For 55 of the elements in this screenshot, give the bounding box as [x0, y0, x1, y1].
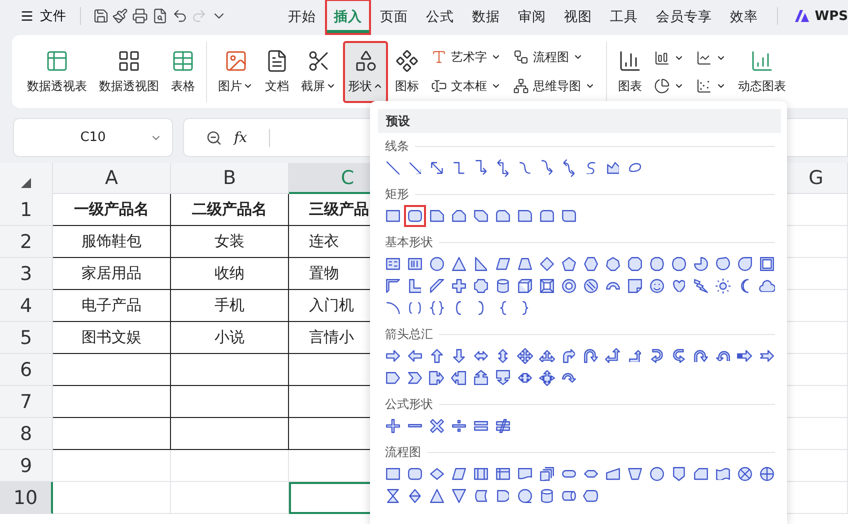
- fx-label: fx: [234, 130, 248, 146]
- column-header[interactable]: A: [53, 163, 171, 194]
- row-header[interactable]: 4: [0, 290, 53, 322]
- table-cell: 服饰鞋包: [53, 226, 171, 258]
- row-header[interactable]: 6: [0, 354, 53, 386]
- table-cell: 小说: [171, 322, 289, 354]
- ribbon-tab[interactable]: 视图: [554, 0, 601, 35]
- file-menu[interactable]: 文件: [16, 5, 70, 27]
- row-header[interactable]: 10: [0, 482, 53, 514]
- section-title: 线条: [385, 138, 409, 155]
- ribbon-button[interactable]: 艺术字: [426, 44, 506, 70]
- section-title: 公式形状: [385, 396, 433, 413]
- ribbon-button[interactable]: 动态图表: [733, 40, 791, 102]
- ribbon-tab[interactable]: 插入: [324, 0, 371, 35]
- brand-name: WPS: [814, 8, 848, 24]
- name-box[interactable]: C10: [13, 118, 173, 157]
- row-header[interactable]: 1: [0, 194, 53, 226]
- row-header[interactable]: 5: [0, 322, 53, 354]
- table-cell: 女装: [171, 226, 289, 258]
- table-cell: 手机: [171, 290, 289, 322]
- table-cell: 收纳: [171, 258, 289, 290]
- table-cell: 家居用品: [53, 258, 171, 290]
- ribbon-button[interactable]: 思维导图: [508, 74, 600, 98]
- ribbon-button[interactable]: 文档: [260, 40, 294, 102]
- ribbon-tab[interactable]: 会员专享: [646, 0, 721, 35]
- menu-header: 预设: [378, 109, 781, 133]
- ribbon-tab[interactable]: 数据: [462, 0, 509, 35]
- ribbon-button[interactable]: 图标: [390, 40, 424, 102]
- ribbon-tab[interactable]: 审阅: [508, 0, 555, 35]
- row-header[interactable]: 2: [0, 226, 53, 258]
- ribbon-button[interactable]: 图表: [613, 40, 647, 102]
- ribbon-button[interactable]: 数据透视表: [22, 40, 92, 102]
- ribbon-button[interactable]: 形状: [343, 40, 388, 102]
- row-header[interactable]: 7: [0, 386, 53, 418]
- column-header[interactable]: B: [171, 163, 289, 194]
- row-header[interactable]: 8: [0, 418, 53, 450]
- ribbon-button[interactable]: 表格: [166, 40, 200, 102]
- row-header[interactable]: 3: [0, 258, 53, 290]
- ribbon-button[interactable]: 流程图: [508, 44, 600, 70]
- ribbon-tab[interactable]: 公式: [416, 0, 463, 35]
- ribbon-button[interactable]: 文本框: [426, 74, 506, 98]
- ribbon-button[interactable]: 截屏: [296, 40, 341, 102]
- section-title: 流程图: [385, 444, 421, 461]
- table-cell: 一级产品名: [53, 194, 171, 226]
- column-header[interactable]: G: [785, 163, 848, 194]
- ribbon-tab[interactable]: 页面: [370, 0, 417, 35]
- table-cell: 二级产品名: [171, 194, 289, 226]
- ribbon-button[interactable]: 数据透视图: [94, 40, 164, 102]
- table-cell: 图书文娱: [53, 322, 171, 354]
- row-header[interactable]: 9: [0, 450, 53, 482]
- ribbon-tab[interactable]: 开始: [278, 0, 325, 35]
- ribbon-tab[interactable]: 效率: [720, 0, 767, 35]
- ribbon-button[interactable]: 图片: [213, 40, 258, 102]
- table-cell: 电子产品: [53, 290, 171, 322]
- ribbon-tab[interactable]: 工具: [600, 0, 647, 35]
